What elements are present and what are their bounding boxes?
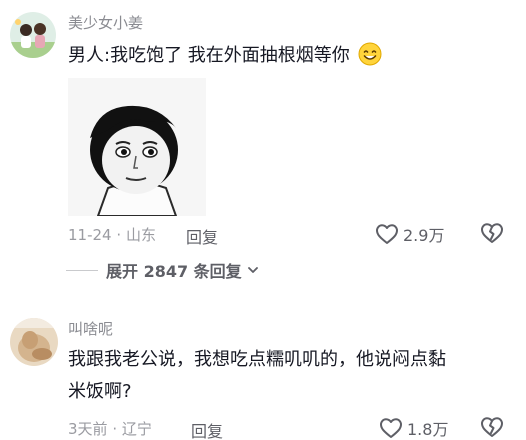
- comment-location: 辽宁: [121, 420, 152, 438]
- comment-text-line: 我跟我老公说，我想吃点糯叽叽的，他说闷点黏: [68, 349, 446, 370]
- reply-button[interactable]: 回复: [191, 418, 223, 440]
- expand-divider: [66, 269, 98, 271]
- avatar[interactable]: [10, 12, 56, 58]
- heart-outline-icon: [379, 417, 403, 439]
- username[interactable]: 叫啥呢: [68, 318, 113, 339]
- comment-text-body: 男人:我吃饱了 我在外面抽根烟等你: [68, 45, 350, 66]
- meta-separator: ·: [112, 420, 118, 438]
- comment-location: 山东: [125, 226, 156, 244]
- comment-item: 美少女小姜 男人:我吃饱了 我在外面抽根烟等你 11-24 · 山东 回复 2.…: [0, 0, 526, 250]
- comment-text: 男人:我吃饱了 我在外面抽根烟等你: [68, 40, 382, 77]
- broken-heart-icon: [480, 222, 504, 244]
- like-button[interactable]: 2.9万: [375, 222, 444, 246]
- comment-item: 叫啥呢 我跟我老公说，我想吃点糯叽叽的，他说闷点黏 米饭啊? 3天前 · 辽宁 …: [0, 300, 526, 440]
- meta-separator: ·: [116, 226, 122, 244]
- broken-heart-icon: [480, 416, 504, 438]
- like-button[interactable]: 1.8万: [379, 416, 448, 440]
- comment-text: 我跟我老公说，我想吃点糯叽叽的，他说闷点黏 米饭啊?: [68, 344, 518, 408]
- dislike-button[interactable]: [480, 416, 504, 440]
- smile-emoji-icon: [358, 42, 382, 77]
- avatar[interactable]: [10, 318, 58, 366]
- comment-date: 3天前: [68, 420, 108, 438]
- meme-face-sticker[interactable]: [68, 78, 206, 216]
- chevron-down-icon: [246, 263, 260, 277]
- comment-text-line: 米饭啊?: [68, 381, 132, 402]
- comment-meta: 3天前 · 辽宁: [68, 418, 152, 439]
- expand-replies-label: 展开 2847 条回复: [106, 262, 242, 281]
- like-count: 2.9万: [403, 226, 445, 245]
- username[interactable]: 美少女小姜: [68, 12, 143, 33]
- reply-button[interactable]: 回复: [186, 224, 218, 248]
- expand-replies-button[interactable]: 展开 2847 条回复: [66, 258, 260, 282]
- comment-date: 11-24: [68, 226, 112, 244]
- heart-outline-icon: [375, 223, 399, 245]
- comment-meta: 11-24 · 山东: [68, 224, 156, 245]
- dislike-button[interactable]: [480, 222, 504, 248]
- like-count: 1.8万: [407, 420, 449, 439]
